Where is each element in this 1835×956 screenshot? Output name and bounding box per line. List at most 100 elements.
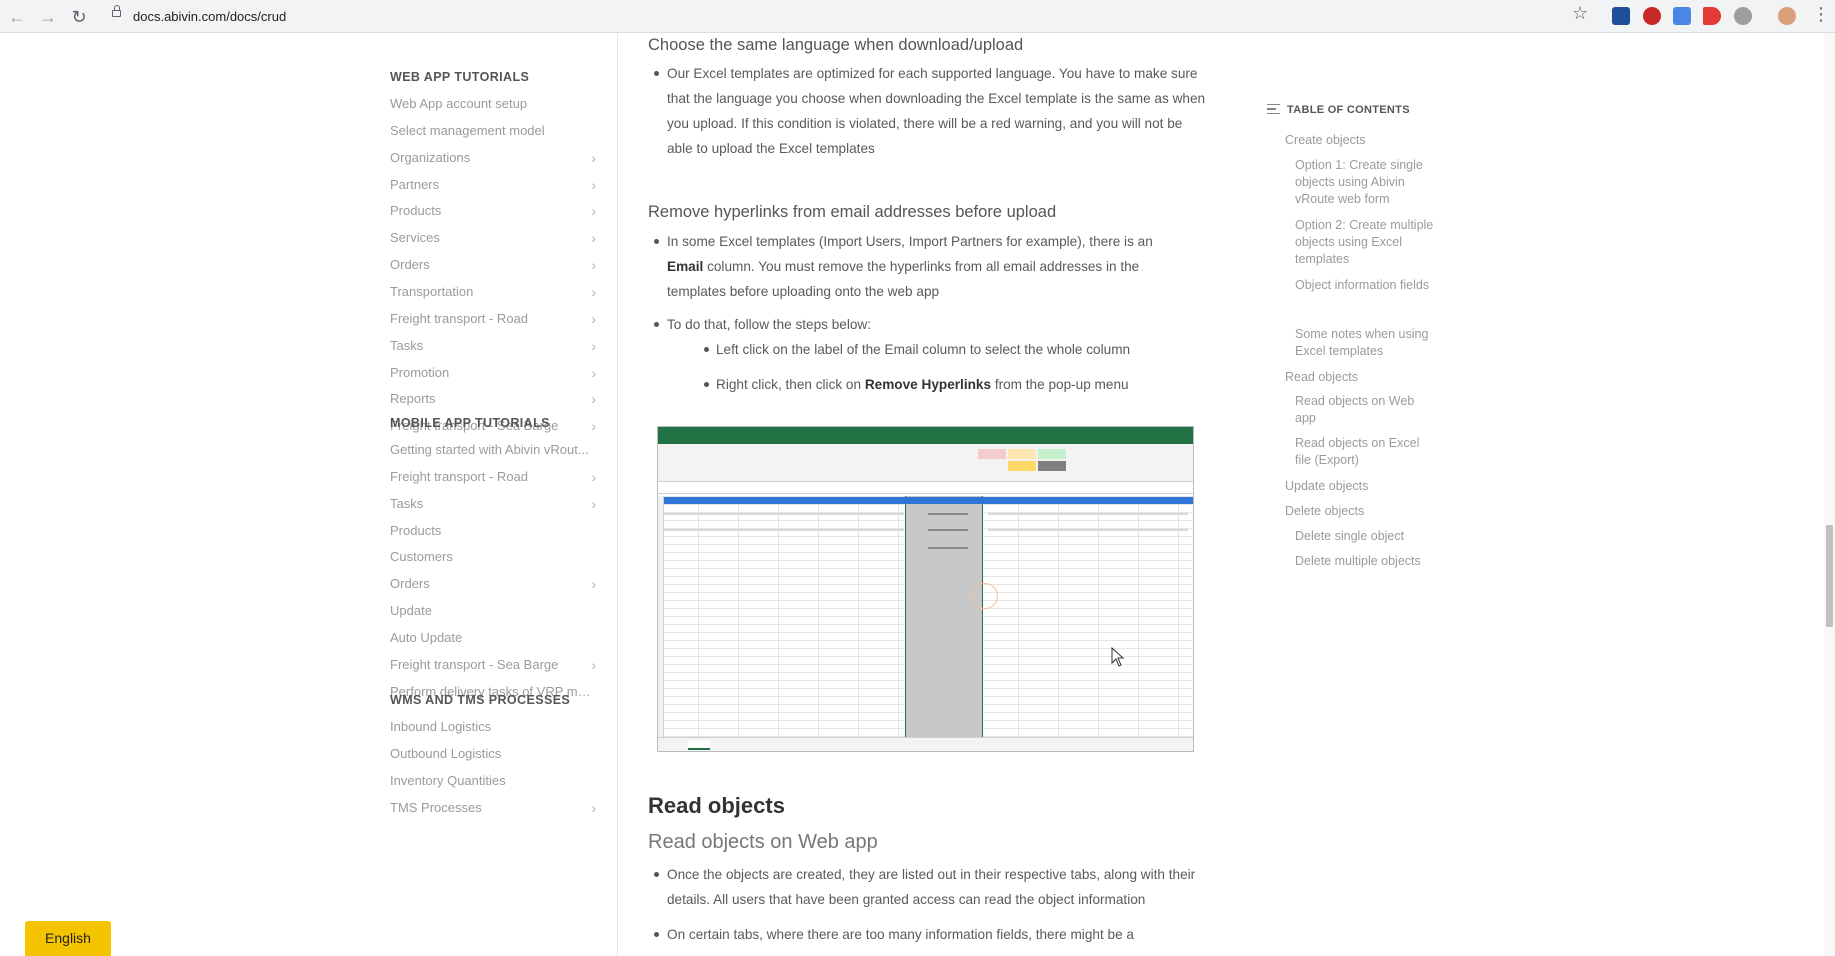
paragraph-read-web: Once the objects are created, they are l… bbox=[654, 862, 1212, 912]
back-icon[interactable]: ← bbox=[6, 6, 28, 28]
paragraph-same-language: Our Excel templates are optimized for ea… bbox=[654, 61, 1207, 161]
excel-ribbon bbox=[658, 444, 1193, 482]
sidebar-item-label: Orders bbox=[390, 257, 430, 273]
extension-icon[interactable] bbox=[1612, 7, 1630, 25]
sidebar-item[interactable]: Inbound Logistics bbox=[390, 719, 600, 734]
bookmark-star-icon[interactable]: ☆ bbox=[1572, 3, 1588, 24]
language-button[interactable]: English bbox=[25, 921, 111, 956]
paragraph-read-tabs: On certain tabs, where there are too man… bbox=[654, 922, 1212, 947]
url-text[interactable]: docs.abivin.com/docs/crud bbox=[133, 9, 286, 24]
sidebar-item[interactable]: Tasks › bbox=[390, 496, 600, 511]
chevron-right-icon[interactable]: › bbox=[591, 177, 596, 192]
scrollbar-thumb[interactable] bbox=[1826, 525, 1833, 627]
toc-item[interactable]: Delete single object bbox=[1295, 528, 1435, 545]
sidebar-item[interactable]: Tasks › bbox=[390, 338, 600, 353]
step-2: Right click, then click on Remove Hyperl… bbox=[704, 372, 1196, 397]
toc-item[interactable]: Read objects bbox=[1285, 369, 1445, 386]
sidebar-item[interactable]: Auto Update bbox=[390, 630, 600, 645]
sidebar-item-label: Orders bbox=[390, 576, 430, 592]
translate-extension-icon[interactable] bbox=[1673, 7, 1691, 25]
sidebar-item-label: Getting started with Abivin vRout... bbox=[390, 442, 589, 457]
reload-icon[interactable]: ↻ bbox=[68, 6, 90, 28]
toc-item[interactable]: Delete multiple objects bbox=[1295, 553, 1435, 570]
sidebar-item[interactable]: Promotion › bbox=[390, 365, 600, 380]
chevron-right-icon[interactable]: › bbox=[591, 496, 596, 511]
sidebar-item[interactable]: Products bbox=[390, 523, 600, 538]
toc-item[interactable]: Option 1: Create single objects using Ab… bbox=[1295, 157, 1435, 208]
sidebar-item-label: TMS Processes bbox=[390, 799, 482, 815]
sidebar-item[interactable]: TMS Processes › bbox=[390, 800, 600, 815]
sidebar-item-label: Freight transport - Road bbox=[390, 468, 529, 484]
chevron-right-icon[interactable]: › bbox=[591, 257, 596, 272]
sidebar-item-label: Promotion bbox=[390, 364, 450, 380]
profile-avatar[interactable] bbox=[1778, 7, 1796, 25]
sidebar-item[interactable]: Transportation › bbox=[390, 284, 600, 299]
sidebar-item-label: Freight transport - Road bbox=[390, 310, 529, 326]
chevron-right-icon[interactable]: › bbox=[591, 150, 596, 165]
toc-item[interactable]: Create objects bbox=[1285, 132, 1445, 149]
sidebar-item-label: Partners bbox=[390, 176, 440, 192]
chevron-right-icon[interactable]: › bbox=[591, 338, 596, 353]
sidebar-item[interactable]: Orders › bbox=[390, 576, 600, 591]
forward-icon[interactable]: → bbox=[37, 6, 59, 28]
toc-list-icon bbox=[1267, 104, 1280, 114]
megaphone-extension-icon[interactable] bbox=[1703, 7, 1721, 25]
sidebar-item[interactable]: Reports › bbox=[390, 391, 600, 406]
sidebar-item-label: Tasks bbox=[390, 495, 424, 511]
browser-menu-icon[interactable]: ⋮ bbox=[1812, 4, 1830, 25]
toc-item[interactable]: Read objects on Web app bbox=[1295, 393, 1435, 427]
chevron-right-icon[interactable]: › bbox=[591, 391, 596, 406]
sidebar-item[interactable]: Organizations › bbox=[390, 150, 600, 165]
mouse-pointer-icon bbox=[1111, 647, 1125, 667]
sidebar-item[interactable]: Outbound Logistics bbox=[390, 746, 600, 761]
toc-item[interactable]: Update objects bbox=[1285, 478, 1445, 495]
page-scrollbar[interactable] bbox=[1824, 33, 1835, 956]
chevron-right-icon[interactable]: › bbox=[591, 365, 596, 380]
sidebar-item[interactable]: Update bbox=[390, 603, 600, 618]
sidebar-item[interactable]: Getting started with Abivin vRout... bbox=[390, 442, 600, 457]
toc-item[interactable]: Read objects on Excel file (Export) bbox=[1295, 435, 1435, 469]
heading-read-objects: Read objects bbox=[648, 793, 785, 818]
sidebar-item-label: Inbound Logistics bbox=[390, 719, 492, 734]
sidebar-item[interactable]: Freight transport - Road › bbox=[390, 469, 600, 484]
sidebar-item[interactable]: Inventory Quantities bbox=[390, 773, 600, 788]
chevron-right-icon[interactable]: › bbox=[591, 311, 596, 326]
heading-read-objects-web: Read objects on Web app bbox=[648, 831, 878, 853]
chevron-right-icon[interactable]: › bbox=[591, 284, 596, 299]
sidebar-item[interactable]: Customers bbox=[390, 549, 600, 564]
sidebar-item[interactable]: Select management model bbox=[390, 123, 600, 138]
sidebar-item[interactable]: Web App account setup bbox=[390, 96, 600, 111]
sidebar-item[interactable]: Freight transport - Road › bbox=[390, 311, 600, 326]
chevron-right-icon[interactable]: › bbox=[591, 576, 596, 591]
toc-item[interactable]: Object information fields bbox=[1295, 277, 1435, 294]
toc-item[interactable]: Option 2: Create multiple objects using … bbox=[1295, 217, 1435, 268]
sidebar-item[interactable]: Products › bbox=[390, 203, 600, 218]
sidebar-item[interactable]: Orders › bbox=[390, 257, 600, 272]
chevron-right-icon[interactable]: › bbox=[591, 800, 596, 815]
chevron-right-icon[interactable]: › bbox=[591, 418, 596, 433]
excel-table-header bbox=[664, 497, 1193, 504]
excel-selected-column bbox=[905, 496, 983, 739]
section-heading-same-language: Choose the same language when download/u… bbox=[648, 36, 1024, 54]
sidebar-item-label: Customers bbox=[390, 549, 453, 565]
chevron-right-icon[interactable]: › bbox=[591, 230, 596, 245]
toc-item[interactable]: Some notes when using Excel templates bbox=[1295, 326, 1435, 360]
extension-shield-icon[interactable] bbox=[1643, 7, 1661, 25]
sidebar-section-title: MOBILE APP TUTORIALS bbox=[390, 416, 550, 430]
sidebar-item[interactable]: Services › bbox=[390, 230, 600, 245]
sidebar-item-label: Transportation bbox=[390, 283, 474, 299]
sidebar-item[interactable]: Partners › bbox=[390, 177, 600, 192]
chevron-right-icon[interactable]: › bbox=[591, 469, 596, 484]
step-1: Left click on the label of the Email col… bbox=[704, 337, 1196, 362]
cloud-extension-icon[interactable] bbox=[1734, 7, 1752, 25]
sidebar-item-label: Organizations bbox=[390, 149, 471, 165]
sidebar-item[interactable]: Freight transport - Sea Barge › bbox=[390, 657, 600, 672]
section-heading-hyperlinks: Remove hyperlinks from email addresses b… bbox=[648, 203, 1057, 221]
toc-item[interactable]: Delete objects bbox=[1285, 503, 1445, 520]
toc-heading: TABLE OF CONTENTS bbox=[1287, 104, 1410, 116]
chevron-right-icon[interactable]: › bbox=[591, 203, 596, 218]
click-indicator bbox=[972, 583, 998, 609]
chevron-right-icon[interactable]: › bbox=[591, 657, 596, 672]
address-bar[interactable]: docs.abivin.com/docs/crud bbox=[100, 4, 1600, 29]
excel-ribbon-tabs bbox=[658, 437, 1193, 444]
